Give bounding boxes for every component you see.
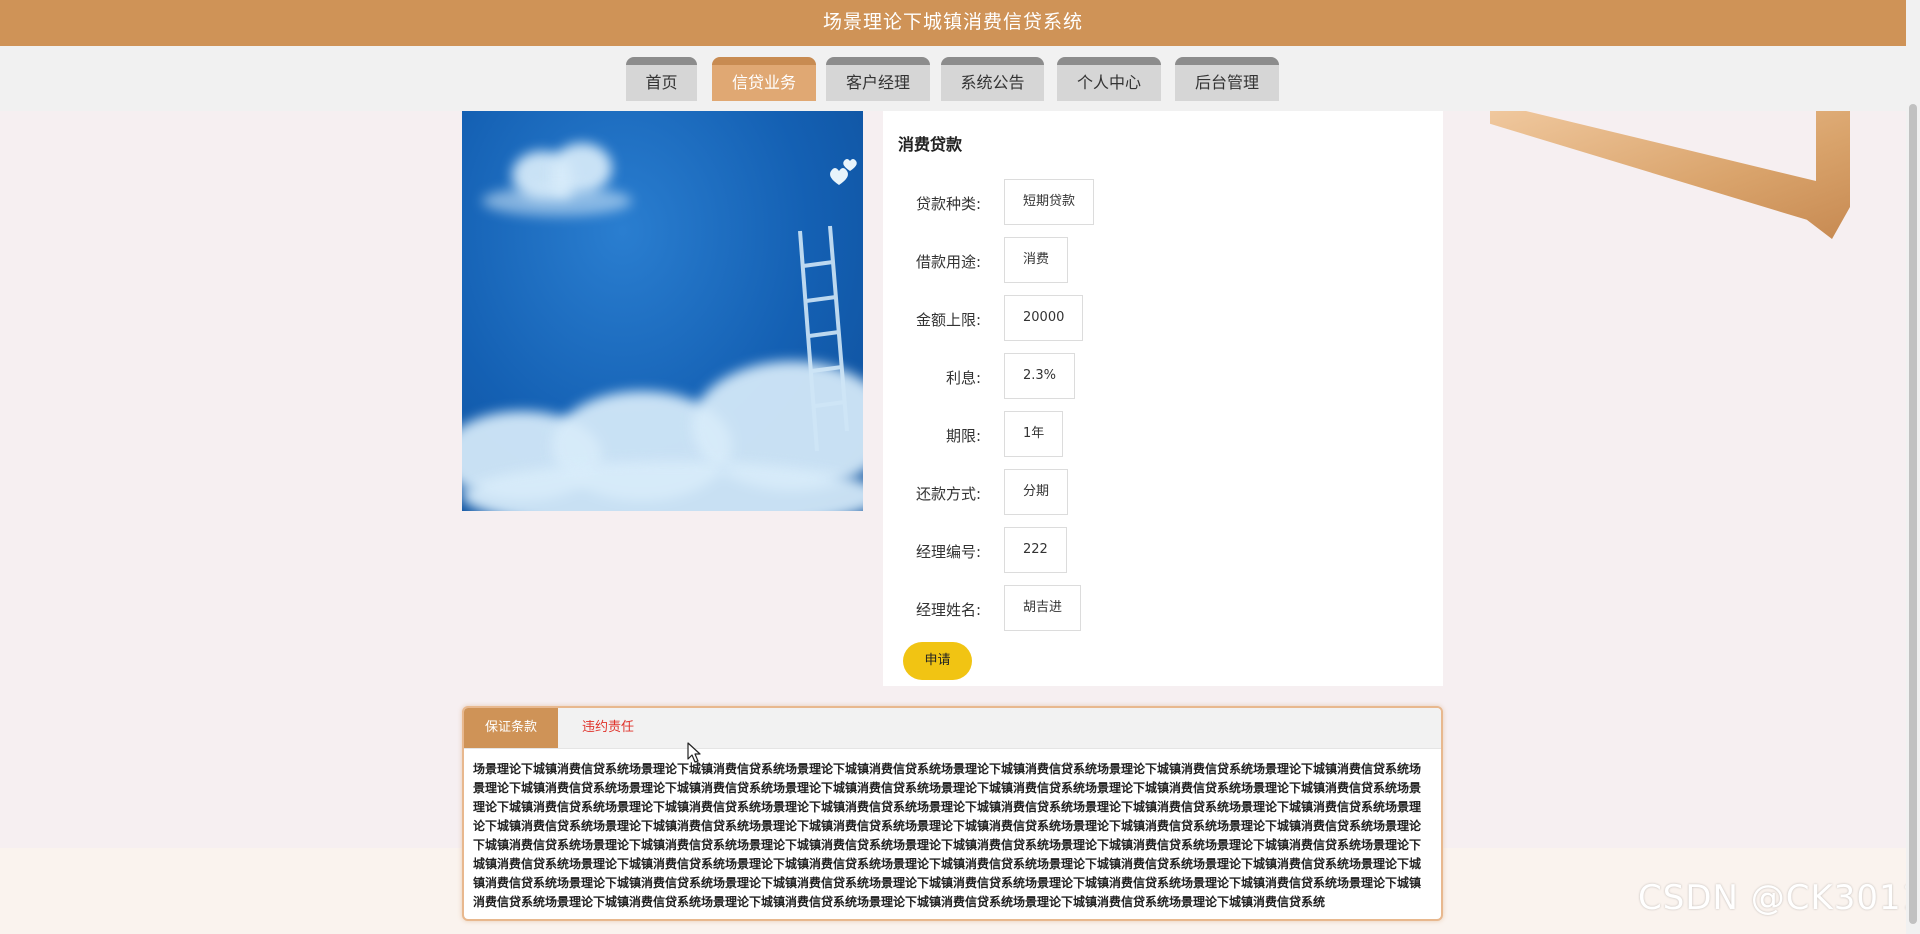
scrollbar-thumb[interactable] (1909, 104, 1917, 924)
field-label-manager-name: 经理姓名: (915, 601, 981, 619)
field-label-manager-id: 经理编号: (915, 543, 981, 561)
field-value-interest: 2.3% (1004, 353, 1076, 399)
terms-tabs: 保证条款 违约责任 场景理论下城镇消费信贷系统场景理论下城镇消费信贷系统场景理论… (462, 706, 1443, 921)
field-value-purpose: 消费 (1004, 237, 1069, 283)
page-scrollbar[interactable] (1906, 0, 1920, 934)
nav-account-manager[interactable]: 客户经理 (826, 57, 930, 101)
site-title: 场景理论下城镇消费信贷系统 (822, 11, 1083, 33)
product-image (462, 111, 863, 511)
field-value-amount-limit: 20000 (1004, 295, 1084, 341)
field-label-purpose: 借款用途: (915, 253, 981, 271)
arrow-cursor-icon (687, 742, 701, 763)
field-value-manager-name: 胡吉进 (1004, 585, 1082, 631)
tabs-header: 保证条款 违约责任 (464, 708, 1441, 749)
product-detail-panel: 消费贷款 贷款种类: 短期贷款 借款用途: 消费 金额上限: 20000 利息:… (883, 111, 1443, 686)
ladder-icon (798, 159, 857, 452)
field-label-term: 期限: (945, 427, 981, 445)
field-value-repayment: 分期 (1004, 469, 1069, 515)
product-title: 消费贷款 (898, 135, 963, 154)
apply-button[interactable]: 申请 (903, 642, 972, 680)
site-header: 场景理论下城镇消费信贷系统 (0, 0, 1906, 46)
field-value-term: 1年 (1004, 411, 1064, 457)
nav-admin[interactable]: 后台管理 (1175, 57, 1279, 101)
nav-home[interactable]: 首页 (626, 57, 697, 101)
field-label-amount-limit: 金额上限: (915, 311, 981, 329)
field-label-repayment: 还款方式: (915, 485, 981, 503)
field-value-manager-id: 222 (1004, 527, 1067, 573)
field-label-loan-type: 贷款种类: (915, 195, 981, 213)
watermark: CSDN @CK3011 (1638, 878, 1920, 918)
tab-content: 场景理论下城镇消费信贷系统场景理论下城镇消费信贷系统场景理论下城镇消费信贷系统场… (473, 762, 1422, 909)
nav-credit-business[interactable]: 信贷业务 (712, 57, 816, 101)
tab-default-liability[interactable]: 违约责任 (558, 708, 658, 748)
field-label-interest: 利息: (945, 369, 981, 387)
nav-announcements[interactable]: 系统公告 (941, 57, 1044, 101)
tab-guarantee-terms[interactable]: 保证条款 (464, 708, 558, 748)
field-value-loan-type: 短期贷款 (1004, 179, 1095, 225)
main-nav: 首页 信贷业务 客户经理 系统公告 个人中心 后台管理 (0, 46, 1906, 111)
nav-personal-center[interactable]: 个人中心 (1057, 57, 1161, 101)
